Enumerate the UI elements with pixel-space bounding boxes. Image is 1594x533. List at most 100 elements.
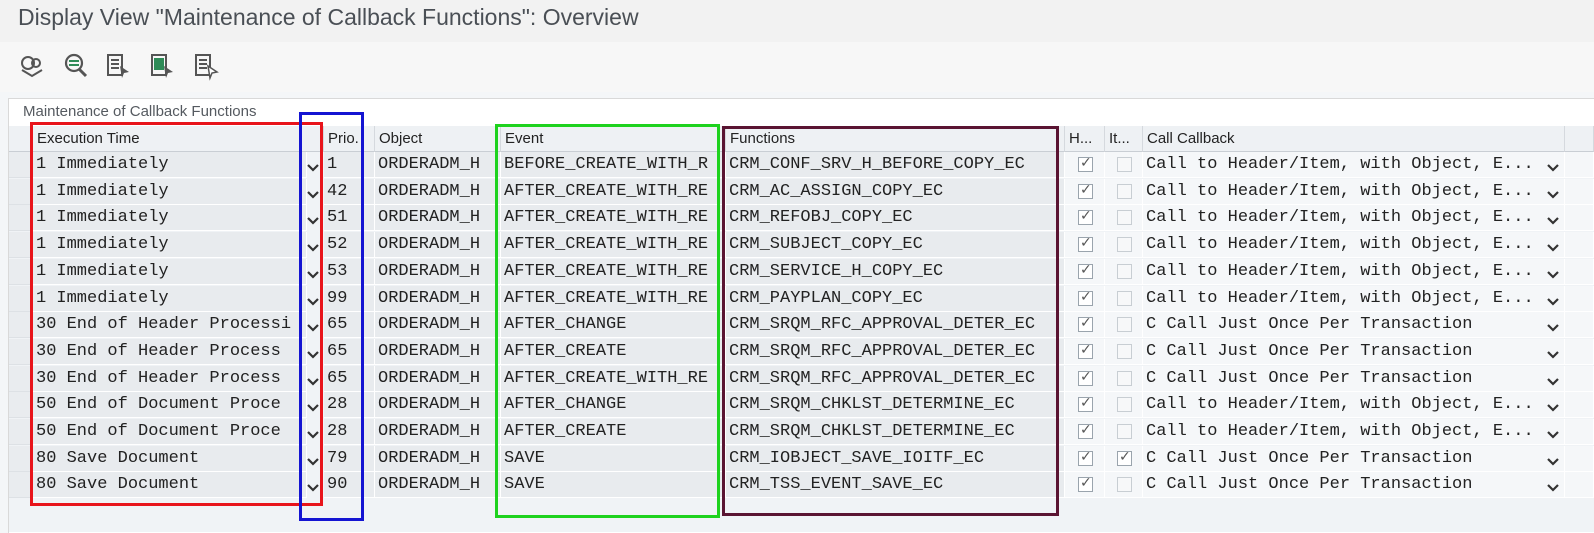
chevron-down-icon[interactable] [307, 213, 319, 225]
chevron-down-icon[interactable] [1547, 267, 1559, 279]
cell-function[interactable]: CRM_REFOBJ_COPY_EC [726, 205, 1065, 232]
cell-function[interactable]: CRM_AC_ASSIGN_COPY_EC [726, 178, 1065, 205]
cell-function[interactable]: CRM_SRQM_RFC_APPROVAL_DETER_EC [726, 365, 1065, 392]
cell-execution-time[interactable]: 1 Immediately [33, 205, 307, 232]
table-row[interactable]: 1 Immediately 53 ORDERADM_H AFTER_CREATE_WI… [9, 258, 1594, 285]
row-selector[interactable] [9, 365, 33, 392]
chevron-down-icon[interactable] [307, 320, 319, 332]
cell-execution-time[interactable]: 1 Immediately [33, 178, 307, 205]
chevron-down-icon[interactable] [1547, 400, 1559, 412]
table-row[interactable]: 1 Immediately 42 ORDERADM_H AFTER_CREATE_WI… [9, 178, 1594, 205]
cell-object[interactable]: ORDERADM_H [375, 285, 501, 312]
cell-event[interactable]: AFTER_CHANGE [501, 392, 726, 419]
cell-object[interactable]: ORDERADM_H [375, 205, 501, 232]
item-checkbox[interactable] [1117, 397, 1132, 413]
item-checkbox[interactable] [1117, 263, 1132, 279]
chevron-down-icon[interactable] [1547, 374, 1559, 386]
cell-object[interactable]: ORDERADM_H [375, 152, 501, 178]
cell-event[interactable]: AFTER_CREATE_WITH_RE [501, 232, 726, 259]
cell-prio[interactable]: 42 [324, 178, 375, 205]
cell-call-callback[interactable]: Call to Header/Item, with Object, E... [1143, 419, 1565, 445]
cell-prio[interactable]: 79 [324, 445, 375, 472]
chevron-down-icon[interactable] [307, 267, 319, 279]
cell-prio[interactable]: 28 [324, 392, 375, 419]
chevron-down-icon[interactable] [307, 160, 319, 172]
table-row[interactable]: 80 Save Document 79 ORDERADM_H SAVE CRM_IOBJ… [9, 445, 1594, 472]
header-prio[interactable]: Prio. [324, 126, 375, 152]
row-selector[interactable] [9, 232, 33, 259]
cell-prio[interactable]: 65 [324, 365, 375, 392]
header-checkbox[interactable] [1078, 315, 1093, 333]
cell-execution-time[interactable]: 1 Immediately [33, 232, 307, 259]
row-selector[interactable] [9, 338, 33, 365]
header-call-callback[interactable]: Call Callback [1143, 126, 1565, 152]
header-checkbox[interactable] [1078, 289, 1093, 306]
row-selector[interactable] [9, 392, 33, 419]
chevron-down-icon[interactable] [307, 347, 319, 359]
header-checkbox[interactable] [1078, 395, 1093, 413]
cell-event[interactable]: AFTER_CHANGE [501, 312, 726, 339]
item-checkbox[interactable] [1117, 237, 1132, 253]
cell-event[interactable]: AFTER_CREATE_WITH_RE [501, 205, 726, 232]
cell-event[interactable]: AFTER_CREATE_WITH_RE [501, 178, 726, 205]
cell-prio[interactable]: 52 [324, 232, 375, 259]
item-checkbox[interactable] [1117, 370, 1132, 386]
header-checkbox[interactable] [1078, 422, 1093, 439]
header-checkbox[interactable] [1078, 182, 1093, 199]
chevron-down-icon[interactable] [307, 374, 319, 386]
chevron-down-icon[interactable] [1547, 347, 1559, 359]
row-selector[interactable] [9, 312, 33, 339]
cell-object[interactable]: ORDERADM_H [375, 258, 501, 285]
table-row[interactable]: 1 Immediately 99 ORDERADM_H AFTER_CREATE_WI… [9, 285, 1594, 312]
chevron-down-icon[interactable] [307, 240, 319, 252]
cell-call-callback[interactable]: C Call Just Once Per Transaction [1143, 312, 1565, 339]
cell-prio[interactable]: 1 [324, 152, 375, 178]
header-object[interactable]: Object [375, 126, 501, 152]
item-checkbox[interactable] [1117, 343, 1132, 359]
cell-object[interactable]: ORDERADM_H [375, 419, 501, 445]
cell-prio[interactable]: 53 [324, 258, 375, 285]
cell-function[interactable]: CRM_SRQM_RFC_APPROVAL_DETER_EC [726, 312, 1065, 339]
row-selector[interactable] [9, 258, 33, 285]
cell-call-callback[interactable]: Call to Header/Item, with Object, E... [1143, 205, 1565, 232]
header-h[interactable]: H... [1065, 126, 1105, 152]
details-icon[interactable] [60, 50, 92, 82]
cell-prio[interactable]: 99 [324, 285, 375, 312]
chevron-down-icon[interactable] [1547, 454, 1559, 466]
cell-prio[interactable]: 65 [324, 338, 375, 365]
item-checkbox[interactable] [1117, 183, 1132, 199]
chevron-down-icon[interactable] [307, 480, 319, 492]
cell-call-callback[interactable]: Call to Header/Item, with Object, E... [1143, 232, 1565, 259]
row-selector[interactable] [9, 178, 33, 205]
cell-event[interactable]: AFTER_CREATE_WITH_RE [501, 365, 726, 392]
cell-execution-time[interactable]: 50 End of Document Proce [33, 419, 307, 445]
table-row[interactable]: 50 End of Document Proce 28 ORDERADM_H AFTE… [9, 419, 1594, 445]
table-row[interactable]: 50 End of Document Proce 28 ORDERADM_H AFTE… [9, 392, 1594, 419]
header-checkbox[interactable] [1078, 235, 1093, 253]
chevron-down-icon[interactable] [1547, 320, 1559, 332]
cell-function[interactable]: CRM_SRQM_CHKLST_DETERMINE_EC [726, 419, 1065, 445]
chevron-down-icon[interactable] [1547, 187, 1559, 199]
chevron-down-icon[interactable] [307, 454, 319, 466]
cell-object[interactable]: ORDERADM_H [375, 472, 501, 499]
cell-execution-time[interactable]: 80 Save Document [33, 472, 307, 499]
cell-object[interactable]: ORDERADM_H [375, 312, 501, 339]
deselect-all-icon[interactable] [190, 50, 222, 82]
cell-call-callback[interactable]: C Call Just Once Per Transaction [1143, 365, 1565, 392]
select-block-icon[interactable] [146, 50, 178, 82]
cell-execution-time[interactable]: 30 End of Header Process [33, 365, 307, 392]
table-row[interactable]: 1 Immediately 52 ORDERADM_H AFTER_CREATE_WI… [9, 232, 1594, 259]
cell-function[interactable]: CRM_SUBJECT_COPY_EC [726, 232, 1065, 259]
row-selector[interactable] [9, 419, 33, 445]
cell-prio[interactable]: 28 [324, 419, 375, 445]
chevron-down-icon[interactable] [307, 427, 319, 439]
cell-event[interactable]: AFTER_CREATE_WITH_RE [501, 285, 726, 312]
cell-execution-time[interactable]: 50 End of Document Proce [33, 392, 307, 419]
cell-object[interactable]: ORDERADM_H [375, 338, 501, 365]
cell-event[interactable]: SAVE [501, 472, 726, 499]
table-row[interactable]: 30 End of Header Process 65 ORDERADM_H AFTE… [9, 365, 1594, 392]
header-event[interactable]: Event [501, 126, 726, 152]
chevron-down-icon[interactable] [1547, 213, 1559, 225]
cell-function[interactable]: CRM_SERVICE_H_COPY_EC [726, 258, 1065, 285]
cell-event[interactable]: BEFORE_CREATE_WITH_R [501, 152, 726, 178]
